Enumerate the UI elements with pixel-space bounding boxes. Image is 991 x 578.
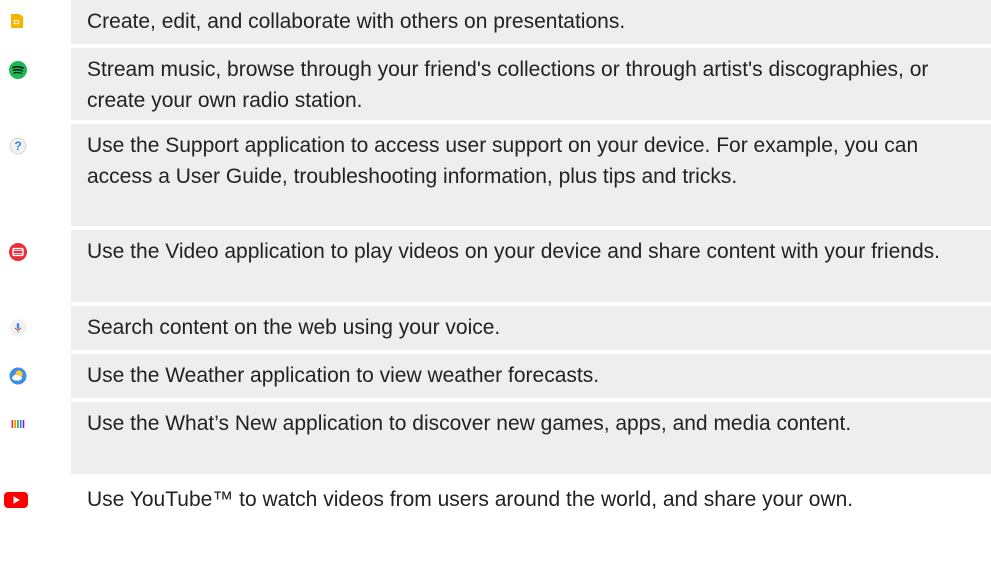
- icon-cell: [0, 48, 71, 120]
- youtube-icon: [4, 492, 28, 508]
- icon-cell: ?: [0, 124, 71, 226]
- app-description: Use YouTube™ to watch videos from users …: [87, 488, 854, 511]
- weather-icon: [9, 367, 27, 385]
- description-cell: Use the Support application to access us…: [71, 124, 991, 226]
- svg-text:?: ?: [14, 139, 21, 153]
- app-description: Stream music, browse through your friend…: [87, 58, 929, 112]
- app-description: Create, edit, and collaborate with other…: [87, 10, 626, 33]
- app-description: Use the What’s New application to discov…: [87, 412, 852, 435]
- icon-cell: [0, 230, 71, 302]
- spotify-icon: [9, 61, 27, 79]
- slides-icon: [11, 14, 24, 28]
- description-cell: Use the Weather application to view weat…: [71, 354, 991, 398]
- table-row: Use the Weather application to view weat…: [0, 354, 991, 398]
- description-cell: Stream music, browse through your friend…: [71, 48, 991, 120]
- table-row: ? Use the Support application to access …: [0, 124, 991, 226]
- table-row: Use the What’s New application to discov…: [0, 402, 991, 474]
- table-row: Stream music, browse through your friend…: [0, 48, 991, 120]
- description-cell: Create, edit, and collaborate with other…: [71, 0, 991, 44]
- app-description: Use the Video application to play videos…: [87, 240, 940, 263]
- description-cell: Use the What’s New application to discov…: [71, 402, 991, 474]
- icon-cell: [0, 354, 71, 398]
- table-row: Use the Video application to play videos…: [0, 230, 991, 302]
- icon-cell: [0, 478, 71, 578]
- voice-search-icon: [9, 319, 27, 337]
- icon-cell: [0, 0, 71, 44]
- app-description: Search content on the web using your voi…: [87, 316, 501, 339]
- description-cell: Search content on the web using your voi…: [71, 306, 991, 350]
- app-description: Use the Support application to access us…: [87, 134, 919, 188]
- description-cell: Use the Video application to play videos…: [71, 230, 991, 302]
- app-description: Use the Weather application to view weat…: [87, 364, 600, 387]
- icon-cell: [0, 402, 71, 474]
- support-icon: ?: [9, 137, 27, 155]
- table-row: Use YouTube™ to watch videos from users …: [0, 478, 991, 578]
- table-row: Create, edit, and collaborate with other…: [0, 0, 991, 44]
- table-row: Search content on the web using your voi…: [0, 306, 991, 350]
- description-cell: Use YouTube™ to watch videos from users …: [71, 478, 991, 578]
- icon-cell: [0, 306, 71, 350]
- whats-new-icon: [11, 420, 25, 428]
- video-icon: [9, 243, 27, 261]
